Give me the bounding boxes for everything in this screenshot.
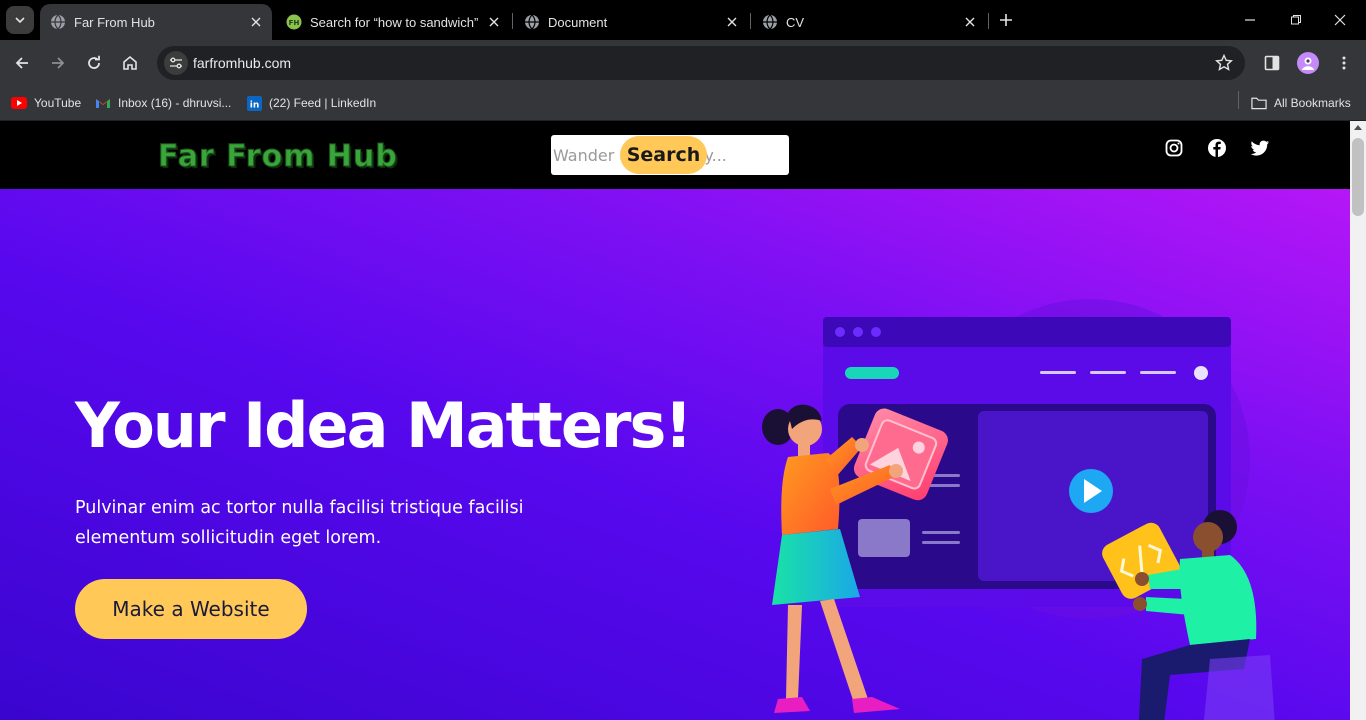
folder-icon xyxy=(1251,95,1267,111)
tab-title: Search for “how to sandwich” - xyxy=(310,14,478,30)
gmail-icon xyxy=(95,95,111,111)
page-scrollbar[interactable] xyxy=(1350,121,1366,720)
facebook-icon[interactable] xyxy=(1207,138,1227,158)
browser-toolbar: farfromhub.com xyxy=(0,40,1366,86)
tab-cv[interactable]: CV xyxy=(752,4,986,40)
reload-button[interactable] xyxy=(80,49,108,77)
minimize-icon xyxy=(1245,19,1255,21)
site-info-button[interactable] xyxy=(164,51,188,75)
chevron-down-icon xyxy=(15,17,25,24)
linkedin-icon: in xyxy=(246,95,262,111)
bookmark-youtube[interactable]: YouTube xyxy=(11,92,81,114)
close-window-button[interactable] xyxy=(1328,8,1352,32)
menu-button[interactable] xyxy=(1332,51,1356,75)
tune-icon xyxy=(170,57,182,69)
page-viewport: Far From Hub Search Your Idea Matters! P… xyxy=(0,121,1350,720)
plus-icon xyxy=(1000,14,1012,26)
site-logo[interactable]: Far From Hub xyxy=(158,139,398,175)
bookmark-linkedin[interactable]: in (22) Feed | LinkedIn xyxy=(246,92,376,114)
close-icon[interactable] xyxy=(248,14,264,30)
svg-text:in: in xyxy=(249,100,259,110)
side-panel-button[interactable] xyxy=(1260,51,1284,75)
home-icon xyxy=(123,55,137,70)
instagram-icon[interactable] xyxy=(1164,138,1184,158)
tab-separator xyxy=(988,13,989,29)
twitter-icon[interactable] xyxy=(1250,138,1270,158)
bookmark-star-icon[interactable] xyxy=(1215,54,1233,72)
bookmarks-separator xyxy=(1238,91,1239,109)
profile-avatar[interactable] xyxy=(1297,52,1319,74)
tab-far-from-hub[interactable]: Far From Hub xyxy=(40,4,272,40)
logo-text: Far From Hub xyxy=(158,139,398,175)
back-button[interactable] xyxy=(8,49,36,77)
tab-search-button[interactable] xyxy=(6,6,34,34)
all-bookmarks-button[interactable]: All Bookmarks xyxy=(1251,92,1351,114)
tab-title: Far From Hub xyxy=(74,14,155,30)
arrow-left-icon xyxy=(15,57,28,69)
bookmarks-bar: YouTube Inbox (16) - dhruvsi... in (22) … xyxy=(0,86,1366,120)
hero-subtitle: Pulvinar enim ac tortor nulla facilisi t… xyxy=(75,498,524,548)
tab-search-sandwich[interactable]: FH Search for “how to sandwich” - xyxy=(276,4,510,40)
avatar-icon xyxy=(1302,57,1314,70)
side-panel-icon xyxy=(1264,55,1280,71)
close-icon[interactable] xyxy=(486,14,502,30)
globe-icon xyxy=(525,14,539,30)
scrollbar-thumb[interactable] xyxy=(1352,138,1364,216)
hero-section: Your Idea Matters! Pulvinar enim ac tort… xyxy=(0,189,1350,720)
home-button[interactable] xyxy=(116,49,144,77)
all-bookmarks-label: All Bookmarks xyxy=(1274,96,1351,110)
globe-icon xyxy=(51,14,65,30)
bookmark-label: (22) Feed | LinkedIn xyxy=(269,96,377,110)
close-icon xyxy=(1334,14,1346,26)
site-header: Far From Hub Search xyxy=(0,121,1350,189)
tab-separator xyxy=(750,13,751,29)
scroll-up-arrow-icon[interactable] xyxy=(1354,125,1362,130)
tab-title: Document xyxy=(548,14,608,30)
minimize-button[interactable] xyxy=(1238,8,1262,32)
tab-strip: Far From Hub FH Search for “how to sandw… xyxy=(0,0,1366,40)
mock-browser-titlebar xyxy=(823,317,1231,347)
forward-button[interactable] xyxy=(44,49,72,77)
hero-title: Your Idea Matters! xyxy=(75,389,693,462)
restore-icon xyxy=(1291,15,1301,25)
globe-icon xyxy=(763,14,777,30)
close-icon[interactable] xyxy=(724,14,740,30)
youtube-icon xyxy=(11,95,27,111)
make-website-button[interactable]: Make a Website xyxy=(75,579,307,639)
close-icon[interactable] xyxy=(962,14,978,30)
bookmark-label: Inbox (16) - dhruvsi... xyxy=(118,96,232,110)
search-button[interactable]: Search xyxy=(620,136,707,174)
new-tab-button[interactable] xyxy=(995,9,1017,31)
restore-button[interactable] xyxy=(1284,8,1308,32)
address-bar[interactable]: farfromhub.com xyxy=(157,46,1245,80)
tab-separator xyxy=(512,13,513,29)
arrow-right-icon xyxy=(52,57,65,69)
bookmark-label: YouTube xyxy=(34,96,82,110)
site-favicon-icon: FH xyxy=(286,14,302,30)
svg-text:FH: FH xyxy=(289,19,300,27)
hero-illustration xyxy=(762,299,1275,720)
reload-icon xyxy=(88,55,100,69)
address-url[interactable]: farfromhub.com xyxy=(193,55,291,71)
tab-document[interactable]: Document xyxy=(514,4,748,40)
more-vertical-icon xyxy=(1342,56,1346,70)
tab-title: CV xyxy=(786,14,805,30)
bookmark-gmail[interactable]: Inbox (16) - dhruvsi... xyxy=(95,92,231,114)
